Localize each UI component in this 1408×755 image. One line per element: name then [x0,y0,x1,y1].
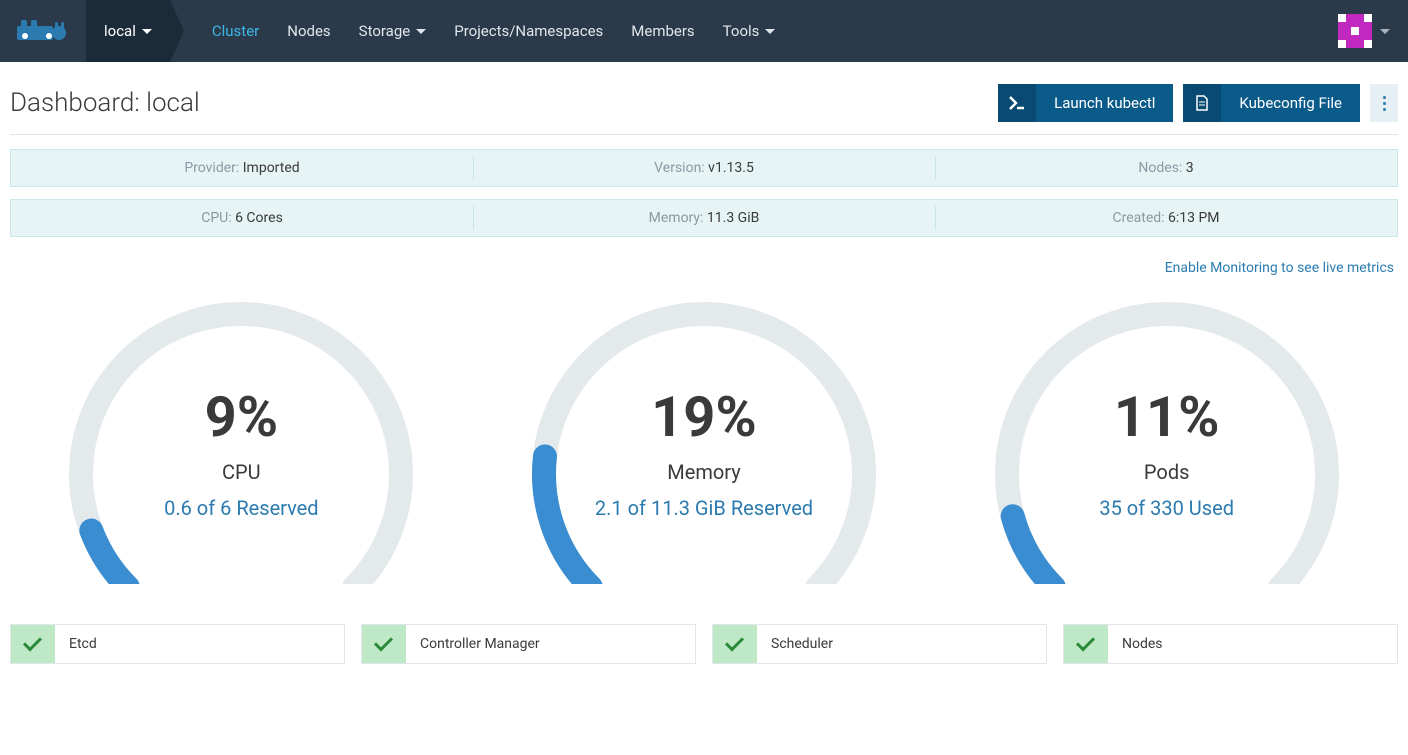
info-label: Nodes: [1138,160,1185,176]
status-label: Etcd [55,636,97,652]
gauge-detail: 35 of 330 Used [977,496,1357,520]
info-value: Imported [243,160,300,176]
gauge-name: CPU [51,460,431,484]
status-label: Nodes [1108,636,1163,652]
nav-item-label: Projects/Namespaces [454,22,603,40]
info-cell: Provider: Imported [11,150,473,186]
nav-item-label: Nodes [287,22,330,40]
info-cell: Memory: 11.3 GiB [473,200,935,236]
status-item-scheduler[interactable]: Scheduler [712,624,1047,664]
status-ok-icon [713,625,757,663]
info-value: 6:13 PM [1168,210,1220,226]
gauge-percent: 19% [514,384,894,450]
info-bar-1: Provider: ImportedVersion: v1.13.5Nodes:… [10,149,1398,187]
info-value: 6 Cores [235,210,283,226]
info-label: Provider: [184,160,242,176]
launch-kubectl-button[interactable]: Launch kubectl [998,84,1173,122]
gauge-pods: 11% Pods 35 of 330 Used [935,284,1398,584]
gauge-memory: 19% Memory 2.1 of 11.3 GiB Reserved [473,284,936,584]
status-item-nodes[interactable]: Nodes [1063,624,1398,664]
nav-item-nodes[interactable]: Nodes [273,0,344,62]
status-label: Scheduler [757,636,833,652]
info-cell: Created: 6:13 PM [935,200,1397,236]
nav-items: Cluster Nodes Storage Projects/Namespaces Me… [198,0,790,62]
user-menu[interactable] [1320,0,1408,62]
nav-item-storage[interactable]: Storage [345,0,441,62]
status-ok-icon [362,625,406,663]
info-value: 3 [1186,160,1194,176]
cluster-selector-label: local [104,22,136,40]
gauge-name: Pods [977,460,1357,484]
top-nav: local Cluster Nodes Storage Projects/Namesp… [0,0,1408,62]
info-label: CPU: [201,210,235,226]
divider [10,134,1398,135]
info-value: v1.13.5 [708,160,754,176]
gauges-row: 9% CPU 0.6 of 6 Reserved 19% Memory 2.1 … [0,284,1408,624]
chevron-down-icon [1380,29,1390,34]
nav-item-projects-namespaces[interactable]: Projects/Namespaces [440,0,617,62]
gauge-cpu: 9% CPU 0.6 of 6 Reserved [10,284,473,584]
nav-item-cluster[interactable]: Cluster [198,0,273,62]
nav-item-label: Members [631,22,694,40]
info-cell: Nodes: 3 [935,150,1397,186]
gauge-percent: 9% [51,384,431,450]
info-value: 11.3 GiB [707,210,759,226]
status-row: Etcd Controller Manager Scheduler Nodes [0,624,1408,674]
file-icon [1183,84,1221,122]
chevron-down-icon [416,29,426,34]
kubeconfig-label: Kubeconfig File [1221,94,1360,112]
info-cell: Version: v1.13.5 [473,150,935,186]
launch-kubectl-label: Launch kubectl [1036,94,1173,112]
monitoring-link-row: Enable Monitoring to see live metrics [0,249,1408,284]
vertical-dots-icon [1383,96,1386,111]
info-label: Memory: [649,210,707,226]
gauge-name: Memory [514,460,894,484]
more-actions-button[interactable] [1370,84,1398,122]
status-item-etcd[interactable]: Etcd [10,624,345,664]
nav-item-members[interactable]: Members [617,0,708,62]
cluster-selector[interactable]: local [86,0,170,62]
rancher-logo-icon [15,16,71,46]
gauge-detail: 2.1 of 11.3 GiB Reserved [514,496,894,520]
status-label: Controller Manager [406,636,540,652]
info-label: Version: [654,160,708,176]
chevron-down-icon [142,29,152,34]
enable-monitoring-link[interactable]: Enable Monitoring to see live metrics [1165,260,1394,276]
gauge-percent: 11% [977,384,1357,450]
logo[interactable] [0,0,86,62]
status-ok-icon [11,625,55,663]
info-bar-2: CPU: 6 CoresMemory: 11.3 GiBCreated: 6:1… [10,199,1398,237]
status-item-controller-manager[interactable]: Controller Manager [361,624,696,664]
info-label: Created: [1112,210,1168,226]
info-cell: CPU: 6 Cores [11,200,473,236]
nav-item-label: Tools [723,22,760,40]
gauge-detail: 0.6 of 6 Reserved [51,496,431,520]
chevron-down-icon [765,29,775,34]
avatar [1338,14,1372,48]
nav-item-tools[interactable]: Tools [709,0,790,62]
terminal-icon [998,84,1036,122]
kubeconfig-button[interactable]: Kubeconfig File [1183,84,1360,122]
status-ok-icon [1064,625,1108,663]
page-title: Dashboard: local [10,88,200,118]
nav-item-label: Storage [359,22,411,40]
nav-item-label: Cluster [212,22,259,40]
header-actions: Launch kubectl Kubeconfig File [998,84,1398,122]
page-header: Dashboard: local Launch kubectl Kubeconf… [0,62,1408,134]
